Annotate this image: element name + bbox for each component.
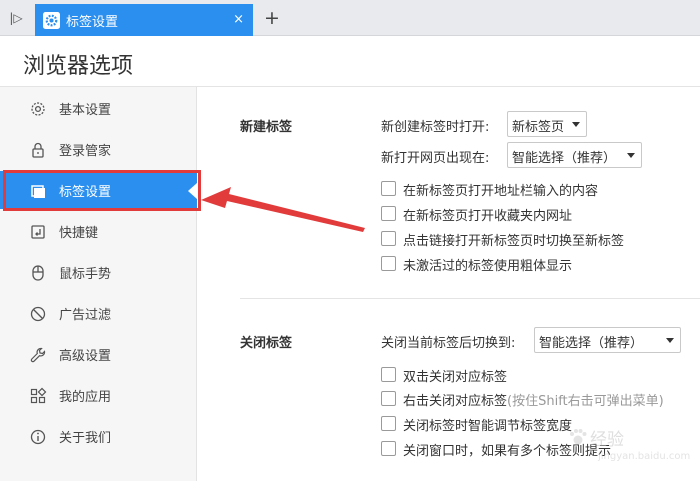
- checkbox[interactable]: [381, 391, 396, 406]
- checkbox[interactable]: [381, 367, 396, 382]
- select-value: 智能选择（推荐）: [512, 151, 617, 166]
- checkbox[interactable]: [381, 231, 396, 246]
- watermark-text: 经验: [590, 430, 624, 450]
- lock-icon: [32, 142, 44, 158]
- paw-icon: [570, 429, 587, 445]
- sidebar-item-advanced-settings[interactable]: 高级设置: [0, 335, 197, 373]
- checkbox-label: 未激活过的标签使用粗体显示: [403, 259, 573, 274]
- sidebar-item-login-manager[interactable]: 登录管家: [0, 130, 197, 168]
- sidebar-item-ad-filter[interactable]: 广告过滤: [0, 294, 197, 332]
- annotation-arrow: [201, 187, 365, 232]
- sidebar-toggle-icon[interactable]: |▷: [6, 9, 26, 27]
- checkbox[interactable]: [381, 416, 396, 431]
- checkbox-label: 在新标签页打开收藏夹内网址: [403, 209, 573, 224]
- chevron-down-icon: [627, 153, 635, 158]
- chevron-down-icon: [572, 122, 580, 127]
- sidebar-item-label: 我的应用: [59, 390, 112, 405]
- wrench-icon: [30, 347, 46, 363]
- checkbox[interactable]: [381, 206, 396, 221]
- sidebar-item-mouse-gestures[interactable]: 鼠标手势: [0, 253, 197, 291]
- checkbox-hint: (按住Shift右击可弹出菜单): [507, 394, 664, 409]
- watermark-url: jingyan.baidu.com: [598, 451, 691, 462]
- new-page-position-label: 新打开网页出现在:: [381, 151, 490, 166]
- close-tab-switch-select[interactable]: 智能选择（推荐）: [534, 327, 681, 353]
- sidebar-item-label: 广告过滤: [59, 308, 112, 323]
- new-tab-open-label: 新创建标签时打开:: [381, 120, 490, 135]
- select-value: 新标签页: [512, 120, 565, 135]
- gear-icon: [43, 12, 60, 29]
- new-tab-open-select[interactable]: 新标签页: [507, 111, 587, 137]
- sidebar-item-label: 鼠标手势: [59, 267, 112, 282]
- sidebar-item-label: 高级设置: [59, 349, 112, 364]
- shortcut-icon: [31, 225, 45, 239]
- mouse-icon: [32, 265, 44, 281]
- sidebar-item-about-us[interactable]: 关于我们: [0, 417, 197, 455]
- checkbox-label: 点击链接打开新标签页时切换至新标签: [403, 234, 625, 249]
- page-title: 浏览器选项: [23, 54, 134, 79]
- sidebar-item-my-apps[interactable]: 我的应用: [0, 376, 197, 414]
- info-icon: [30, 429, 46, 445]
- sidebar: 基本设置 登录管家 标签设置 快捷键 鼠标手势 广告过滤 高级设置 我的应用 关…: [0, 87, 197, 481]
- sidebar-item-label: 基本设置: [59, 103, 112, 118]
- block-icon: [30, 306, 46, 322]
- close-tab-switch-label: 关闭当前标签后切换到:: [381, 336, 516, 351]
- checkbox-label-text: 右击关闭对应标签: [403, 394, 508, 409]
- tab-title: 标签设置: [66, 15, 119, 30]
- sidebar-item-label: 登录管家: [59, 144, 112, 159]
- checkbox-label: 关闭标签时智能调节标签宽度: [403, 419, 573, 434]
- checkbox[interactable]: [381, 181, 396, 196]
- section-divider: [240, 298, 700, 299]
- sidebar-item-label: 关于我们: [59, 431, 112, 446]
- tab-tag-settings[interactable]: 标签设置 ×: [35, 4, 253, 36]
- checkbox-label: 在新标签页打开地址栏输入的内容: [403, 184, 599, 199]
- gear-icon: [31, 102, 45, 116]
- sidebar-item-shortcuts[interactable]: 快捷键: [0, 212, 197, 250]
- new-tab-button[interactable]: +: [262, 8, 282, 28]
- sidebar-item-label: 快捷键: [59, 226, 99, 241]
- section-title-close-tab: 关闭标签: [240, 336, 293, 351]
- checkbox[interactable]: [381, 441, 396, 456]
- watermark: 经验 jingyan.baidu.com: [568, 421, 698, 462]
- checkbox-label: 双击关闭对应标签: [403, 370, 508, 385]
- apps-icon: [30, 387, 47, 404]
- annotation-highlight-box: [3, 170, 201, 211]
- select-value: 智能选择（推荐）: [539, 336, 644, 351]
- new-page-position-select[interactable]: 智能选择（推荐）: [507, 142, 642, 168]
- section-title-new-tab: 新建标签: [240, 120, 293, 135]
- checkbox-label: 右击关闭对应标签(按住Shift右击可弹出菜单): [403, 390, 664, 409]
- tab-strip: |▷ 标签设置 × +: [0, 0, 700, 36]
- close-icon[interactable]: ×: [233, 11, 244, 29]
- chevron-down-icon: [666, 338, 674, 343]
- sidebar-item-basic-settings[interactable]: 基本设置: [0, 89, 197, 127]
- browser-options-window: |▷ 标签设置 × + 浏览器选项 基本设置 登录管家 标签设置 快捷键 鼠标手…: [0, 0, 700, 481]
- checkbox[interactable]: [381, 256, 396, 271]
